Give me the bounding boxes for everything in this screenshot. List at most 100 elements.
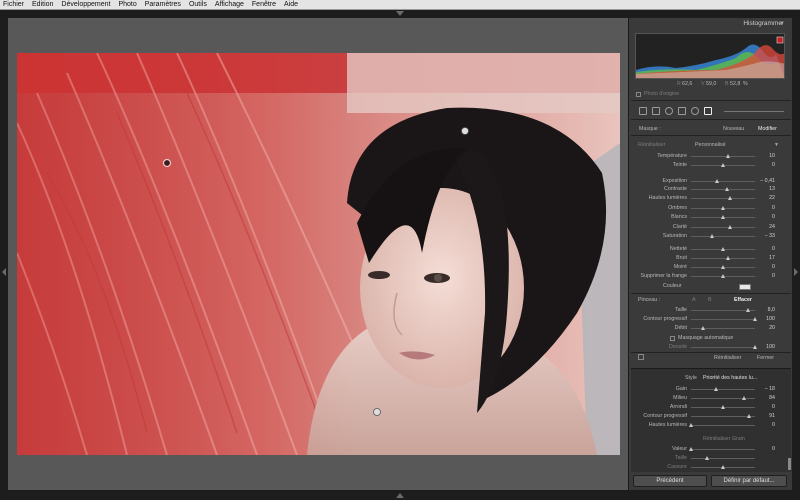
brush-erase-tab[interactable]: Effacer (734, 297, 752, 304)
effect-slider-12-handle[interactable] (720, 274, 725, 278)
menu-item-8[interactable]: Aide (284, 0, 298, 10)
vignette-slider-0-track[interactable] (691, 389, 755, 390)
brush-b-tab[interactable]: B (708, 297, 712, 304)
grain-slider-0-track[interactable] (691, 449, 755, 450)
effect-label-9: Netteté (669, 246, 687, 252)
brush-slider-1-track[interactable] (691, 319, 755, 320)
vignette-slider-4-handle[interactable] (688, 423, 693, 427)
vignette-slider-0-handle[interactable] (714, 387, 719, 391)
brush-slider-0-handle[interactable] (746, 308, 751, 312)
vignette-slider-1-handle[interactable] (742, 396, 747, 400)
radial-filter-icon[interactable] (691, 107, 699, 115)
effect-slider-0-track[interactable] (691, 156, 755, 157)
r-value: 62,6 (682, 81, 693, 87)
collapse-right-icon[interactable] (794, 268, 798, 276)
vignette-slider-3-track[interactable] (691, 416, 755, 417)
effect-preset-dropdown[interactable]: Personnalisé (695, 142, 726, 149)
effect-slider-4-track[interactable] (691, 198, 755, 199)
effect-slider-2-handle[interactable] (715, 179, 720, 183)
collapse-top-icon[interactable] (396, 11, 404, 16)
b-label: B (725, 81, 729, 87)
grain-slider-1-track[interactable] (691, 458, 755, 459)
effect-value-11: 0 (772, 264, 775, 270)
vignette-slider-2-handle[interactable] (720, 405, 725, 409)
effect-slider-0-handle[interactable] (725, 154, 730, 158)
effect-value-3: 13 (769, 186, 775, 192)
effect-slider-4-handle[interactable] (727, 196, 732, 200)
mask-label: Masque : (639, 126, 661, 132)
mask-new-button[interactable]: Nouveau (723, 126, 744, 133)
original-photo-checkbox[interactable] (636, 92, 641, 97)
right-panel-toggle-strip[interactable] (792, 18, 800, 490)
effect-slider-10-handle[interactable] (726, 256, 731, 260)
vignette-label-3: Contour progressif (643, 413, 687, 419)
effect-slider-6-handle[interactable] (720, 215, 725, 219)
mask-edit-button[interactable]: Modifier (758, 126, 777, 133)
menu-item-7[interactable]: Fenêtre (252, 0, 276, 10)
effect-slider-11-handle[interactable] (720, 265, 725, 269)
top-panel-toggle-strip[interactable] (0, 10, 800, 18)
menu-item-0[interactable]: Fichier (3, 0, 24, 10)
panel-divider (631, 135, 791, 136)
brush-slider-2-handle[interactable] (701, 326, 706, 330)
effect-slider-9-handle[interactable] (720, 247, 725, 251)
bottom-panel-toggle-strip[interactable] (0, 490, 800, 500)
brush-a-tab[interactable]: A (692, 297, 696, 304)
b-value: 52,8 (730, 81, 741, 87)
footer-close-button[interactable]: Fermer (757, 355, 774, 362)
menu-item-2[interactable]: Développement (61, 0, 110, 10)
effect-collapse-icon[interactable]: ▼ (774, 142, 779, 148)
menu-item-5[interactable]: Outils (189, 0, 207, 10)
effect-slider-7-track[interactable] (691, 227, 755, 228)
vignette-slider-4-track[interactable] (691, 425, 755, 426)
effect-slider-7-handle[interactable] (728, 225, 733, 229)
menu-item-4[interactable]: Paramètres (145, 0, 181, 10)
brush-label-0: Taille (674, 307, 687, 313)
expand-left-icon[interactable] (2, 268, 6, 276)
set-default-button[interactable]: Définir par défaut... (711, 475, 787, 487)
graduated-filter-icon[interactable] (678, 107, 686, 115)
effect-slider-5-handle[interactable] (720, 206, 725, 210)
adjustment-brush-icon[interactable] (704, 107, 712, 115)
menu-item-3[interactable]: Photo (118, 0, 136, 10)
previous-button[interactable]: Précédent (633, 475, 707, 487)
image-canvas[interactable] (8, 18, 628, 490)
vignette-label-1: Milieu (673, 395, 687, 401)
expand-bottom-icon[interactable] (396, 493, 404, 498)
histogram-title[interactable]: Histogramme (743, 20, 782, 27)
effect-value-1: 0 (772, 162, 775, 168)
effect-slider-8-handle[interactable] (709, 234, 714, 238)
effect-slider-3-track[interactable] (691, 189, 755, 190)
effect-slider-2-track[interactable] (691, 181, 755, 182)
effect-slider-1-handle[interactable] (720, 163, 725, 167)
brush-value-2: 20 (769, 325, 775, 331)
brush-label-1: Contour progressif (643, 316, 687, 322)
effect-slider-3-handle[interactable] (724, 187, 729, 191)
histogram-collapse-icon[interactable]: ▼ (779, 21, 785, 27)
grain-slider-1-handle[interactable] (704, 456, 709, 460)
vignette-style-dropdown[interactable]: Priorité des hautes lu... (703, 375, 757, 382)
grain-slider-0-handle[interactable] (688, 447, 693, 451)
vignette-slider-3-handle[interactable] (746, 414, 751, 418)
color-swatch[interactable] (739, 284, 751, 290)
highlight-clipping-icon[interactable] (776, 36, 782, 42)
panel-divider (631, 119, 791, 120)
red-eye-icon[interactable] (665, 107, 673, 115)
photo-preview[interactable] (17, 53, 620, 455)
left-panel-toggle-strip[interactable] (0, 18, 8, 490)
footer-reset-button[interactable]: Réinitialiser (714, 355, 741, 362)
density-slider-track[interactable] (691, 347, 755, 348)
effect-slider-8-track[interactable] (691, 236, 755, 237)
menu-item-6[interactable]: Affichage (215, 0, 244, 10)
portrait-photo (17, 53, 620, 455)
vignette-value-4: 0 (772, 422, 775, 428)
menu-item-1[interactable]: Edition (32, 0, 53, 10)
auto-mask-checkbox[interactable] (670, 336, 675, 341)
effect-slider-10-track[interactable] (691, 258, 755, 259)
mask-toggle-icon[interactable] (638, 354, 644, 360)
grain-slider-2-handle[interactable] (720, 465, 725, 469)
panel-scrollbar[interactable] (788, 458, 791, 470)
spot-removal-icon[interactable] (652, 107, 660, 115)
brush-value-1: 100 (766, 316, 775, 322)
crop-icon[interactable] (639, 107, 647, 115)
